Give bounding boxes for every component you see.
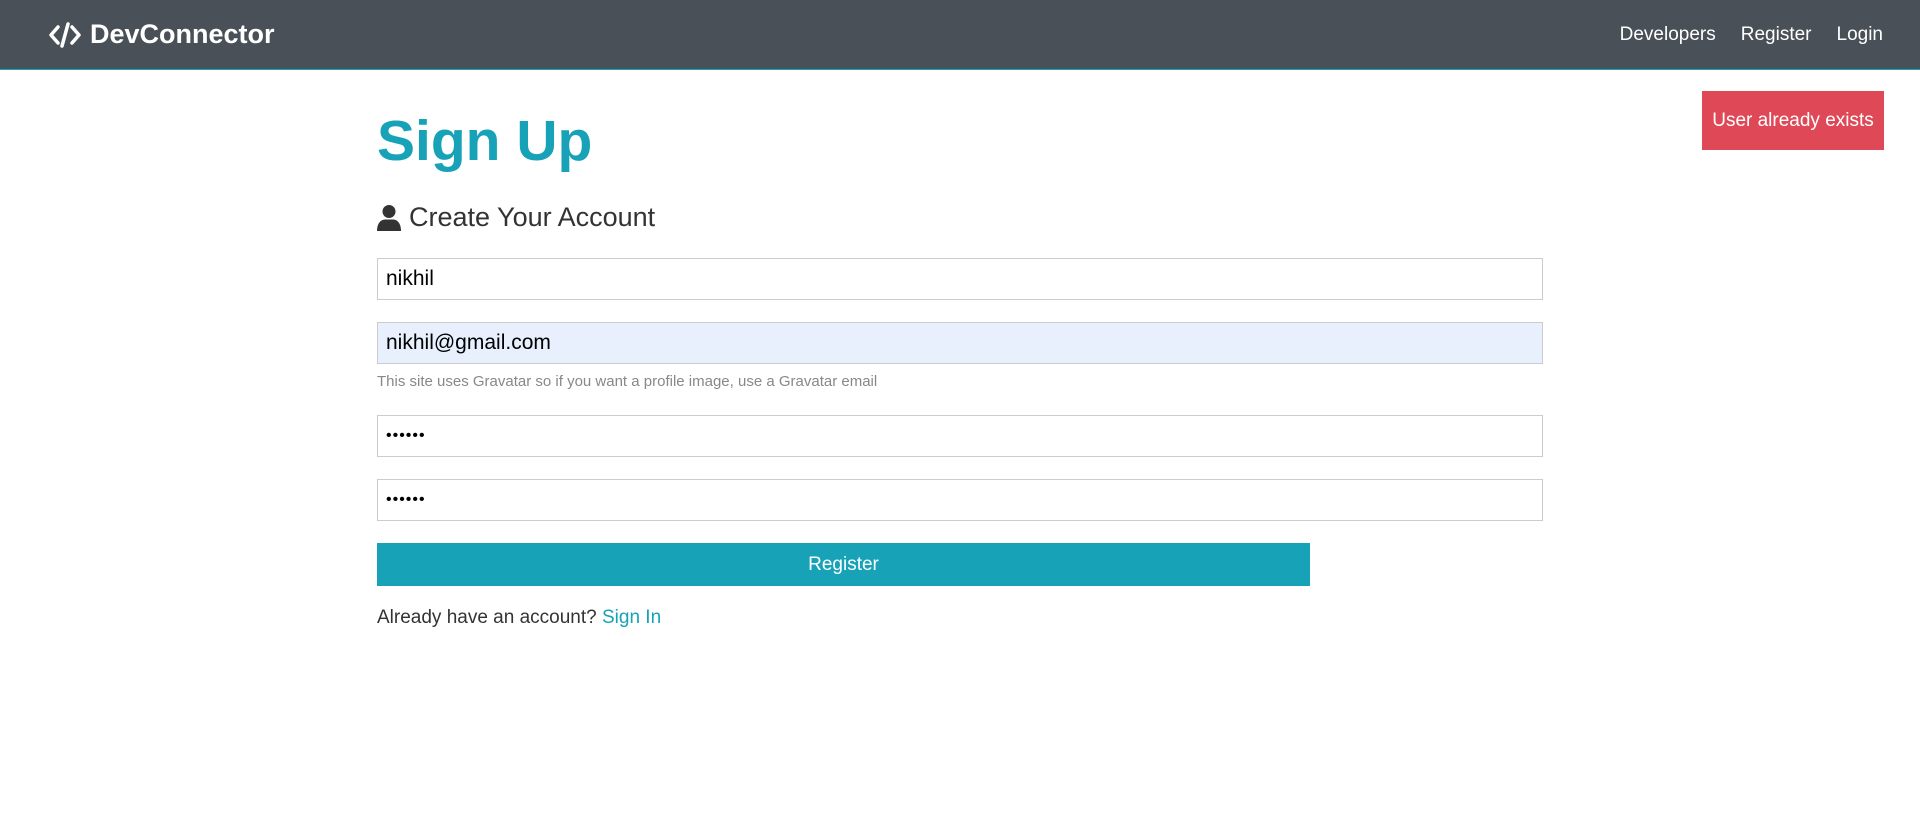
navbar: DevConnector Developers Register Login: [0, 0, 1920, 70]
nav-link-login[interactable]: Login: [1837, 24, 1884, 46]
code-icon: [48, 21, 82, 49]
nav-link-register[interactable]: Register: [1741, 24, 1812, 46]
page-subtitle: Create Your Account: [377, 201, 1543, 235]
name-input[interactable]: nikhil: [377, 258, 1543, 300]
nav-link-developers[interactable]: Developers: [1620, 24, 1716, 46]
page-title: Sign Up: [377, 109, 593, 173]
brand-link[interactable]: DevConnector: [48, 19, 275, 50]
email-input[interactable]: nikhil@gmail.com: [377, 322, 1543, 364]
nav-links: Developers Register Login: [1595, 24, 1883, 46]
email-hint: This site uses Gravatar so if you want a…: [377, 373, 878, 390]
password-confirm-group: ••••••: [377, 479, 1543, 521]
brand-name: DevConnector: [90, 19, 275, 49]
password-confirm-input[interactable]: ••••••: [377, 479, 1543, 521]
password-group: ••••••: [377, 415, 1543, 457]
signin-prompt-text: Already have an account?: [377, 607, 597, 628]
signin-link[interactable]: Sign In: [602, 607, 661, 628]
register-button[interactable]: Register: [377, 543, 1310, 586]
signin-prompt: Already have an account? Sign In: [377, 607, 661, 629]
page-subtitle-text: Create Your Account: [409, 202, 656, 233]
user-icon: [377, 204, 401, 232]
password-input[interactable]: ••••••: [377, 415, 1543, 457]
email-group: nikhil@gmail.com This site uses Gravatar…: [377, 322, 1543, 390]
error-alert: User already exists: [1702, 91, 1884, 150]
name-group: nikhil: [377, 258, 1543, 300]
signup-container: Sign Up Create Your Account nikhil nikhi…: [377, 70, 1543, 628]
